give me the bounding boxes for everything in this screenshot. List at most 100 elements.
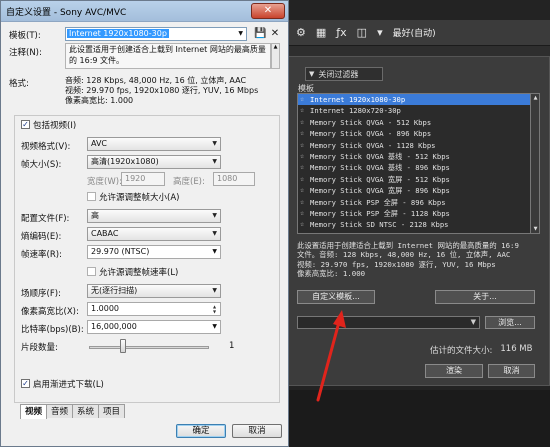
allow-source-rate-checkbox[interactable] — [87, 267, 96, 276]
template-list-item-label: Internet 1920x1080-30p — [310, 95, 406, 104]
template-list-item[interactable]: ☆ Memory Stick QVGA 基线 - 512 Kbps — [298, 151, 530, 162]
pixel-aspect-input[interactable]: 1.0000 ▲ ▼ — [87, 302, 221, 316]
favorite-star-icon[interactable]: ☆ — [300, 94, 307, 105]
tab-audio[interactable]: 音频 — [46, 404, 74, 418]
favorite-star-icon[interactable]: ☆ — [300, 197, 307, 208]
slices-slider-track[interactable] — [89, 346, 209, 349]
template-list-item[interactable]: ☆ Memory Stick QVGA - 896 Kbps — [298, 128, 530, 139]
stepper-icon[interactable]: ▲ ▼ — [210, 304, 219, 314]
scroll-up-icon[interactable]: ▲ — [532, 95, 539, 101]
slices-slider-thumb[interactable] — [120, 339, 126, 353]
template-value: Internet 1920x1080-30p — [67, 29, 169, 38]
favorite-star-icon[interactable]: ☆ — [300, 162, 307, 173]
favorite-star-icon[interactable]: ☆ — [300, 140, 307, 151]
render-button[interactable]: 渲染 — [425, 364, 483, 378]
dialog-title: 自定义设置 - Sony AVC/MVC — [6, 7, 127, 18]
favorite-star-icon[interactable]: ☆ — [300, 231, 307, 233]
bitrate-value: 16,000,000 — [91, 322, 137, 331]
preview-quality-select[interactable]: 最好(自动) — [393, 26, 436, 39]
favorite-star-icon[interactable]: ☆ — [300, 185, 307, 196]
tab-system[interactable]: 系统 — [72, 404, 100, 418]
progressive-download-checkbox[interactable]: ✓ — [21, 379, 30, 388]
tab-project[interactable]: 项目 — [98, 404, 126, 418]
template-list-scrollbar[interactable]: ▲ ▼ — [531, 93, 540, 234]
profile-select[interactable]: 高 ▼ — [87, 209, 221, 223]
ok-button[interactable]: 确定 — [176, 424, 226, 438]
favorite-star-icon[interactable]: ☆ — [300, 117, 307, 128]
chevron-down-icon: ▼ — [212, 230, 217, 237]
fx-icon[interactable]: ƒx — [336, 26, 346, 39]
entropy-coding-label: 熵编码(E): — [21, 232, 62, 242]
description-line: 像素高宽比: 1.000 — [297, 269, 366, 279]
close-button[interactable]: ✕ — [251, 3, 285, 19]
scroll-down-icon[interactable]: ▼ — [532, 226, 539, 232]
description-line: 文件。音频: 128 Kbps, 48,000 Hz, 16 位, 立体声, A… — [297, 250, 511, 260]
filter-toggle-label: 关闭过滤器 — [318, 69, 359, 79]
template-list-item[interactable]: ☆ Memory Stick QVGA - 512 Kbps — [298, 117, 530, 128]
template-list-item[interactable]: ☆ Memory Stick QVGA 宽屏 - 896 Kbps — [298, 185, 530, 196]
grid-icon[interactable]: ▦ — [316, 26, 326, 39]
template-list-item-label: Memory Stick SD NTSC - 2128 Kbps — [310, 220, 449, 230]
favorite-star-icon[interactable]: ☆ — [300, 151, 307, 162]
template-list[interactable]: ☆ Internet 1920x1080-30p ☆ Internet 1280x72… — [297, 93, 531, 234]
format-pixel-aspect: 像素高宽比: 1.000 — [65, 96, 134, 105]
output-folder-select[interactable]: ▼ — [297, 316, 480, 329]
video-format-value: AVC — [91, 139, 108, 148]
template-select[interactable]: Internet 1920x1080-30p ▼ — [65, 27, 247, 41]
filter-toggle-button[interactable]: ▼ 关闭过滤器 — [305, 67, 383, 81]
height-input[interactable]: 1080 — [213, 172, 255, 186]
template-list-item[interactable]: ☆ Memory Stick PSP 全屏 - 1128 Kbps — [298, 208, 530, 219]
timeline-area — [288, 390, 550, 447]
bitrate-combo[interactable]: 16,000,000 ▼ — [87, 320, 221, 334]
template-list-item-label: Memory Stick PSP 全屏 - 896 Kbps — [310, 197, 446, 207]
chevron-down-icon: ▼ — [238, 30, 243, 37]
include-video-checkbox[interactable]: ✓ — [21, 120, 30, 129]
pixel-aspect-value: 1.0000 — [91, 304, 119, 313]
favorite-star-icon[interactable]: ☆ — [300, 105, 307, 116]
video-format-select[interactable]: AVC ▼ — [87, 137, 221, 151]
template-list-item[interactable]: ☆ Memory Stick QVGA - 1128 Kbps — [298, 140, 530, 151]
template-list-item[interactable]: ☆ Memory Stick SD NTSC - 2128 Kbps — [298, 219, 530, 230]
save-template-icon[interactable]: 💾 — [254, 28, 266, 40]
gear-icon[interactable]: ⚙ — [296, 26, 306, 39]
cancel-button[interactable]: 取消 — [232, 424, 282, 438]
favorite-star-icon[interactable]: ☆ — [300, 128, 307, 139]
scroll-up-icon[interactable]: ▲ — [272, 44, 279, 50]
template-list-item[interactable]: ☆ Internet 1280x720-30p — [298, 105, 530, 116]
render-cancel-button[interactable]: 取消 — [488, 364, 535, 378]
preview-toolbar: ⚙ ▦ ƒx ◫ ▾ 最好(自动) — [288, 20, 550, 46]
browse-button[interactable]: 浏览... — [485, 316, 535, 329]
favorite-star-icon[interactable]: ☆ — [300, 174, 307, 185]
template-list-item[interactable]: ☆Memory Stick SD NTSC - 3128 Kbps — [298, 231, 530, 233]
allow-source-resize-checkbox[interactable] — [87, 192, 96, 201]
description-line: 视频: 29.970 fps, 1920x1080 逐行, YUV, 16 Mb… — [297, 259, 496, 269]
field-order-select[interactable]: 无(逐行扫描) ▼ — [87, 284, 221, 298]
favorite-star-icon[interactable]: ☆ — [300, 219, 307, 230]
format-video: 视频: 29.970 fps, 1920x1080 逐行, YUV, 16 Mb… — [65, 86, 259, 95]
frame-size-select[interactable]: 高清(1920x1080) ▼ — [87, 155, 221, 169]
estimated-size-value: 116 MB — [500, 344, 533, 354]
notes-textarea[interactable]: 此设置适用于创建适合上载到 Internet 网站的最高质量的 16:9 文件。 — [65, 43, 271, 69]
allow-source-rate-label: 允许源调整帧速率(L) — [99, 268, 179, 278]
frame-rate-label: 帧速率(R): — [21, 250, 62, 260]
notes-label: 注释(N): — [9, 48, 42, 58]
template-list-item[interactable]: ☆ Memory Stick QVGA 宽屏 - 512 Kbps — [298, 174, 530, 185]
width-input[interactable]: 1920 — [121, 172, 165, 186]
template-list-item[interactable]: ☆ Memory Stick PSP 全屏 - 896 Kbps — [298, 197, 530, 208]
entropy-coding-select[interactable]: CABAC ▼ — [87, 227, 221, 241]
notes-scrollbar[interactable]: ▲ — [271, 43, 280, 69]
delete-template-icon[interactable]: ✕ — [269, 28, 281, 40]
allow-source-resize-label: 允许源调整帧大小(A) — [99, 193, 180, 203]
template-list-item[interactable]: ☆ Memory Stick QVGA 基线 - 896 Kbps — [298, 162, 530, 173]
slices-value: 1 — [229, 341, 235, 351]
template-list-item-label: Memory Stick PSP 全屏 - 1128 Kbps — [310, 208, 450, 218]
template-list-item-label: Memory Stick SD NTSC - 3128 Kbps — [310, 231, 448, 233]
favorite-star-icon[interactable]: ☆ — [300, 208, 307, 219]
split-icon[interactable]: ◫ — [357, 26, 367, 39]
dropdown-icon[interactable]: ▾ — [377, 26, 383, 39]
template-list-item[interactable]: ☆ Internet 1920x1080-30p — [298, 94, 530, 106]
frame-rate-combo[interactable]: 29.970 (NTSC) ▼ — [87, 245, 221, 259]
about-button[interactable]: 关于... — [435, 290, 535, 304]
tab-video[interactable]: 视频 — [20, 404, 48, 419]
custom-template-button[interactable]: 自定义模板... — [297, 290, 375, 304]
